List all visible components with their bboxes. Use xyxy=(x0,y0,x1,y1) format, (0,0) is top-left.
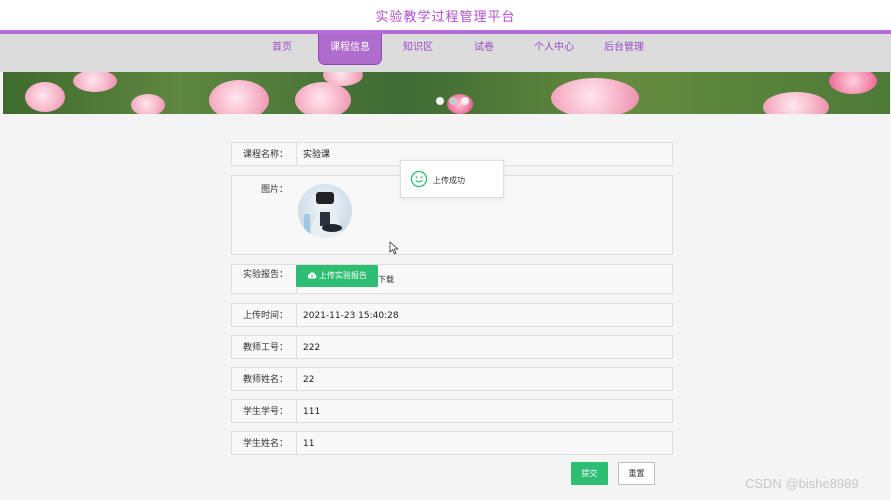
teacher-id-label: 教师工号： xyxy=(242,343,288,353)
upload-report-button[interactable]: 上传实验报告 xyxy=(296,265,378,287)
watermark: CSDN @bishe8989 xyxy=(745,476,859,491)
teacher-name-input[interactable]: 22 xyxy=(296,368,672,390)
carousel-dot-1[interactable] xyxy=(436,97,444,105)
upload-report-label: 上传实验报告 xyxy=(319,271,367,280)
student-id-input[interactable]: 111 xyxy=(296,400,672,422)
submit-button[interactable]: 提交 xyxy=(571,462,608,485)
carousel-dot-2[interactable] xyxy=(449,97,457,105)
course-image xyxy=(298,184,352,238)
student-name-label: 学生姓名： xyxy=(242,439,288,449)
site-title: 实验教学过程管理平台 xyxy=(375,10,516,25)
upload-time-row: 上传时间： 2021-11-23 15:40:28 xyxy=(231,303,673,327)
teacher-id-row: 教师工号： 222 xyxy=(231,335,673,359)
student-name-input[interactable]: 11 xyxy=(296,432,672,454)
teacher-name-row: 教师姓名： 22 xyxy=(231,367,673,391)
toast-message: 上传成功 xyxy=(433,176,465,185)
mouse-cursor-icon xyxy=(389,241,399,255)
cloud-upload-icon xyxy=(307,272,317,279)
teacher-id-input[interactable]: 222 xyxy=(296,336,672,358)
student-id-label: 学生学号： xyxy=(242,407,288,417)
banner-carousel xyxy=(3,72,890,114)
nav-item-course-info[interactable]: 课程信息 xyxy=(318,34,382,65)
course-name-label: 课程名称： xyxy=(242,150,288,160)
reset-button[interactable]: 重置 xyxy=(618,462,655,485)
upload-success-toast: 上传成功 xyxy=(400,160,504,198)
carousel-dot-3[interactable] xyxy=(461,97,469,105)
site-header: 实验教学过程管理平台 xyxy=(0,0,891,30)
smile-icon xyxy=(410,170,428,188)
report-label: 实验报告： xyxy=(242,270,288,280)
upload-time-input[interactable]: 2021-11-23 15:40:28 xyxy=(296,304,672,326)
teacher-name-label: 教师姓名： xyxy=(242,375,288,385)
upload-time-label: 上传时间： xyxy=(242,311,288,321)
main-nav: 首页 课程信息 知识区 试卷 个人中心 后台管理 xyxy=(0,34,891,72)
nav-item-home[interactable]: 首页 xyxy=(262,34,302,65)
nav-item-personal-center[interactable]: 个人中心 xyxy=(528,34,580,65)
student-name-row: 学生姓名： 11 xyxy=(231,431,673,455)
nav-item-knowledge[interactable]: 知识区 xyxy=(398,34,438,65)
nav-item-admin[interactable]: 后台管理 xyxy=(598,34,650,65)
image-label: 图片： xyxy=(260,185,288,195)
download-link[interactable]: 下载 xyxy=(378,274,394,285)
student-id-row: 学生学号： 111 xyxy=(231,399,673,423)
nav-item-exam[interactable]: 试卷 xyxy=(468,34,500,65)
